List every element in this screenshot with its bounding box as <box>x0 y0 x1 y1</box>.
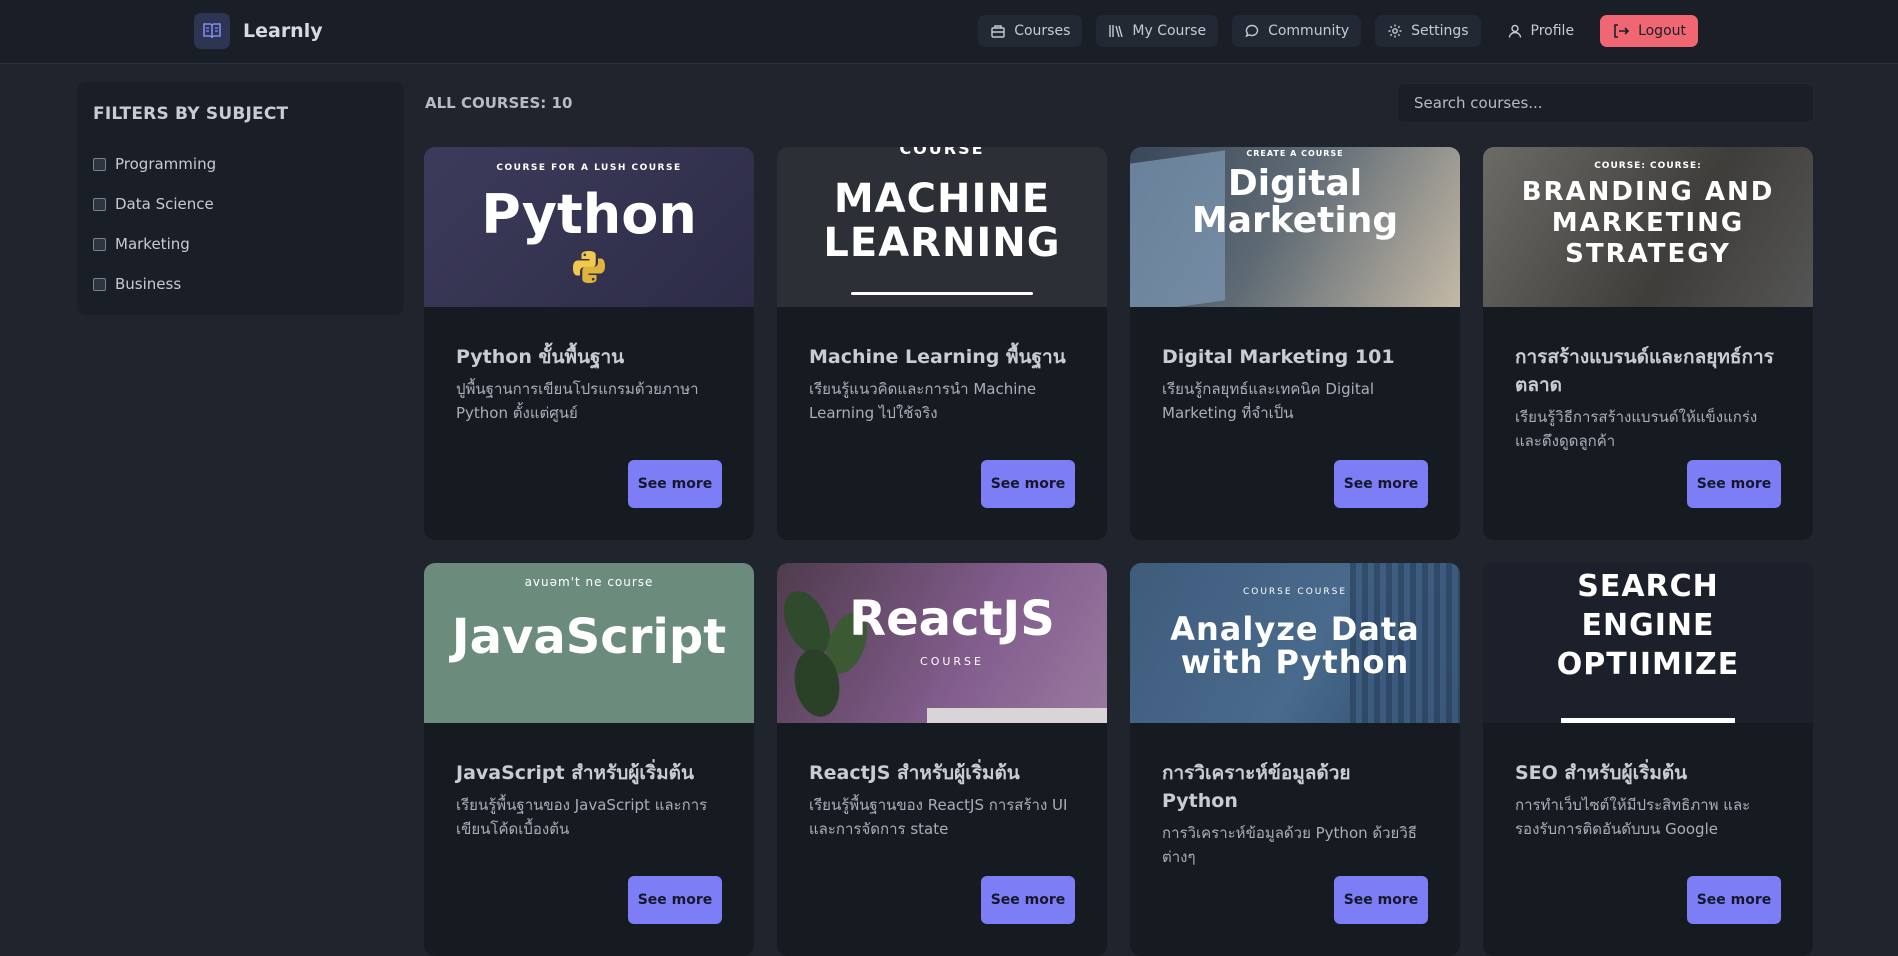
course-grid: COURSE FOR A LUSH COURSE Python Python ข… <box>424 147 1814 956</box>
course-title: Python ขั้นพื้นฐาน <box>456 346 625 368</box>
nav-settings-label: Settings <box>1411 23 1469 39</box>
course-card: SEARCH ENGINE OPTIIMIZE SEO สำหรับผู้เริ… <box>1483 563 1813 956</box>
see-more-button[interactable]: See more <box>981 460 1075 508</box>
thumbnail-headline: MACHINE LEARNING <box>823 176 1061 266</box>
course-card: COURSE COURSE Analyze Data with Python ก… <box>1130 563 1460 956</box>
nav-profile-label: Profile <box>1530 23 1575 39</box>
course-description: เรียนรู้พื้นฐานของ JavaScript และการเขีย… <box>456 796 708 838</box>
course-card: CREATE A COURSE Digital Marketing Digita… <box>1130 147 1460 540</box>
nav-my-course[interactable]: My Course <box>1096 15 1219 47</box>
nav-courses[interactable]: Courses <box>978 15 1083 47</box>
filter-programming[interactable]: Programming <box>93 144 388 184</box>
main-nav: Courses My Course Community Settings Pro… <box>978 15 1698 47</box>
course-card: COURSE MACHINE LEARNING Machine Learning… <box>777 147 1107 540</box>
course-title: ReactJS สำหรับผู้เริ่มต้น <box>809 762 1020 784</box>
brand[interactable]: Learnly <box>194 13 323 49</box>
nav-settings[interactable]: Settings <box>1375 15 1481 47</box>
thumbnail-headline: ReactJS <box>849 591 1055 647</box>
see-more-button[interactable]: See more <box>981 876 1075 924</box>
nav-my-course-label: My Course <box>1132 23 1207 39</box>
sofa-image <box>927 708 1107 723</box>
course-thumbnail: COURSE MACHINE LEARNING <box>777 147 1107 307</box>
thumbnail-headline: Digital Marketing <box>1191 163 1399 241</box>
course-title: Machine Learning พื้นฐาน <box>809 346 1066 368</box>
thumbnail-headline: BRANDING AND MARKETING STRATEGY <box>1521 177 1775 269</box>
course-description: เรียนรู้วิธีการสร้างแบรนด์ให้แข็งแกร่งแล… <box>1515 408 1758 450</box>
nav-community-label: Community <box>1268 23 1350 39</box>
nav-courses-label: Courses <box>1014 23 1071 39</box>
thumbnail-sub: COURSE <box>920 655 984 668</box>
logout-button[interactable]: Logout <box>1600 15 1698 47</box>
course-description: เรียนรู้กลยุทธ์และเทคนิค Digital Marketi… <box>1162 380 1375 422</box>
thumbnail-kicker: CREATE A COURSE <box>1246 149 1344 158</box>
course-title: SEO สำหรับผู้เริ่มต้น <box>1515 762 1688 784</box>
course-description: เรียนรู้แนวคิดและการนำ Machine Learning … <box>809 380 1037 422</box>
course-card: avuəm't ne course JavaScript JavaScript … <box>424 563 754 956</box>
course-title: การสร้างแบรนด์และกลยุทธ์การตลาด <box>1515 346 1774 396</box>
course-title: การวิเคราะห์ข้อมูลด้วย Python <box>1162 762 1351 812</box>
course-card: ReactJS COURSE ReactJS สำหรับผู้เริ่มต้น… <box>777 563 1107 956</box>
chat-icon <box>1245 24 1259 38</box>
course-thumbnail: COURSE FOR A LUSH COURSE Python <box>424 147 754 307</box>
thumbnail-kicker: COURSE: COURSE: <box>1594 161 1702 171</box>
filter-label: Business <box>115 275 182 293</box>
nav-profile[interactable]: Profile <box>1495 15 1587 47</box>
course-description: การวิเคราะห์ข้อมูลด้วย Python ด้วยวิธีต่… <box>1162 824 1417 866</box>
filter-label: Marketing <box>115 235 190 253</box>
nav-community[interactable]: Community <box>1232 15 1362 47</box>
filter-business[interactable]: Business <box>93 264 388 304</box>
thumbnail-kicker: COURSE FOR A LUSH COURSE <box>496 163 682 173</box>
course-description: เรียนรู้พื้นฐานของ ReactJS การสร้าง UI แ… <box>809 796 1068 838</box>
book-icon <box>194 13 230 49</box>
course-description: การทำเว็บไซต์ให้มีประสิทธิภาพ และรองรับก… <box>1515 796 1751 838</box>
top-navbar: Learnly Courses My Course Community Sett… <box>0 0 1898 64</box>
app-name: Learnly <box>243 20 323 42</box>
filter-sidebar: FILTERS BY SUBJECT Programming Data Scie… <box>77 82 404 315</box>
filter-label: Data Science <box>115 195 214 213</box>
see-more-button[interactable]: See more <box>1687 460 1781 508</box>
course-card: COURSE: COURSE: BRANDING AND MARKETING S… <box>1483 147 1813 540</box>
filter-data-science[interactable]: Data Science <box>93 184 388 224</box>
logout-icon <box>1614 24 1630 38</box>
thumbnail-headline: Python <box>481 183 697 246</box>
thumbnail-headline: Analyze Data with Python <box>1170 610 1420 681</box>
course-thumbnail: SEARCH ENGINE OPTIIMIZE <box>1483 563 1813 723</box>
course-title: Digital Marketing 101 <box>1162 346 1395 368</box>
see-more-button[interactable]: See more <box>1687 876 1781 924</box>
filter-label: Programming <box>115 155 217 173</box>
courses-icon <box>991 25 1005 38</box>
thumbnail-underline <box>1561 718 1735 723</box>
checkbox[interactable] <box>93 237 106 251</box>
sidebar-title: FILTERS BY SUBJECT <box>93 104 289 124</box>
course-card: COURSE FOR A LUSH COURSE Python Python ข… <box>424 147 754 540</box>
course-thumbnail: COURSE: COURSE: BRANDING AND MARKETING S… <box>1483 147 1813 307</box>
thumbnail-kicker: COURSE <box>899 147 985 158</box>
see-more-button[interactable]: See more <box>628 460 722 508</box>
course-thumbnail: COURSE COURSE Analyze Data with Python <box>1130 563 1460 723</box>
course-thumbnail: ReactJS COURSE <box>777 563 1107 723</box>
course-count: ALL COURSES: 10 <box>425 94 573 112</box>
course-thumbnail: CREATE A COURSE Digital Marketing <box>1130 147 1460 307</box>
checkbox[interactable] <box>93 157 106 171</box>
course-title: JavaScript สำหรับผู้เริ่มต้น <box>456 762 694 784</box>
course-thumbnail: avuəm't ne course JavaScript <box>424 563 754 723</box>
thumbnail-headline: JavaScript <box>451 609 727 665</box>
thumbnail-underline <box>851 292 1033 295</box>
user-icon <box>1508 24 1521 38</box>
library-icon <box>1109 25 1124 38</box>
see-more-button[interactable]: See more <box>1334 460 1428 508</box>
checkbox[interactable] <box>93 197 106 211</box>
see-more-button[interactable]: See more <box>628 876 722 924</box>
logout-label: Logout <box>1638 23 1686 39</box>
gear-icon <box>1388 24 1402 38</box>
python-logo-icon <box>573 251 605 283</box>
checkbox[interactable] <box>93 277 106 291</box>
thumbnail-kicker: COURSE COURSE <box>1242 587 1348 597</box>
thumbnail-headline: SEARCH ENGINE OPTIIMIZE <box>1556 569 1740 682</box>
search-input[interactable] <box>1397 83 1814 123</box>
see-more-button[interactable]: See more <box>1334 876 1428 924</box>
thumbnail-kicker: avuəm't ne course <box>524 575 654 589</box>
course-description: ปูพื้นฐานการเขียนโปรแกรมด้วยภาษา Python … <box>456 380 699 422</box>
filter-marketing[interactable]: Marketing <box>93 224 388 264</box>
